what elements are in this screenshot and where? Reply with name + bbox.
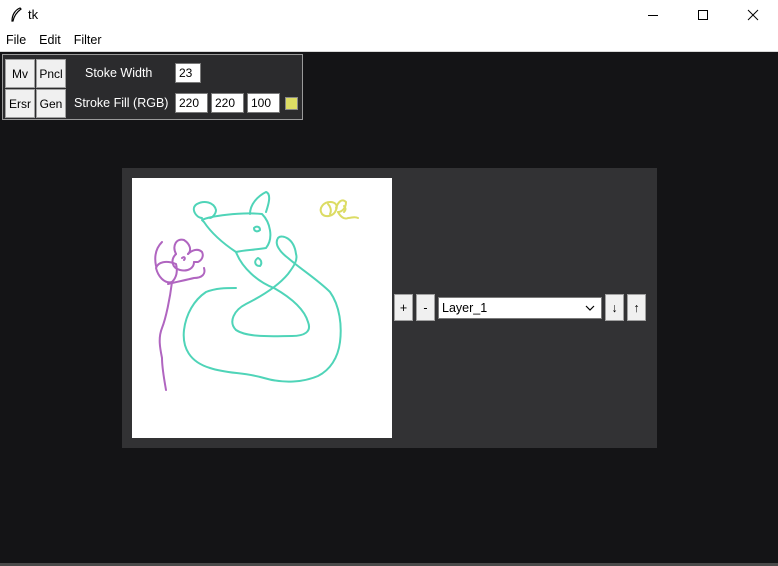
stroke-width-label: Stoke Width [85,66,153,80]
feather-icon [7,6,25,24]
canvas-panel: + - Layer_1 ↓ ↑ [122,168,657,448]
fill-green-input[interactable] [211,93,244,113]
remove-layer-button[interactable]: - [416,294,435,321]
add-layer-button[interactable]: + [394,294,413,321]
pencil-tool-button[interactable]: Pncl [36,59,66,88]
move-layer-down-button[interactable]: ↓ [605,294,624,321]
maximize-icon [698,9,708,20]
drawing-strokes [154,191,359,391]
close-icon [747,9,759,20]
menu-bar: File Edit Filter [0,29,778,52]
window-title: tk [28,7,39,22]
eraser-tool-button[interactable]: Ersr [5,89,35,118]
move-tool-button[interactable]: Mv [5,59,35,88]
menu-edit[interactable]: Edit [33,33,68,47]
minimize-button[interactable] [628,0,678,29]
move-layer-up-button[interactable]: ↑ [627,294,646,321]
menu-file[interactable]: File [0,33,33,47]
fill-color-swatch [285,97,298,110]
yellow-sketch [319,199,359,220]
fill-blue-input[interactable] [247,93,280,113]
stroke-fill-label: Stroke Fill (RGB) [74,96,169,110]
menu-filter[interactable]: Filter [68,33,109,47]
close-button[interactable] [728,0,778,29]
layer-select-value: Layer_1 [442,301,488,315]
chevron-down-icon [585,305,595,311]
fill-red-input[interactable] [175,93,208,113]
stroke-width-input[interactable] [175,63,201,83]
maximize-button[interactable] [678,0,728,29]
teal-sketch [182,191,342,383]
generate-button[interactable]: Gen [36,89,66,118]
purple-sketch [154,238,206,391]
minimize-icon [648,14,658,16]
title-bar: tk [0,0,778,29]
drawing-canvas[interactable] [132,178,392,438]
layer-select[interactable]: Layer_1 [438,297,602,319]
tool-panel: Mv Pncl Ersr Gen Stoke Width Stroke Fill… [2,54,303,120]
